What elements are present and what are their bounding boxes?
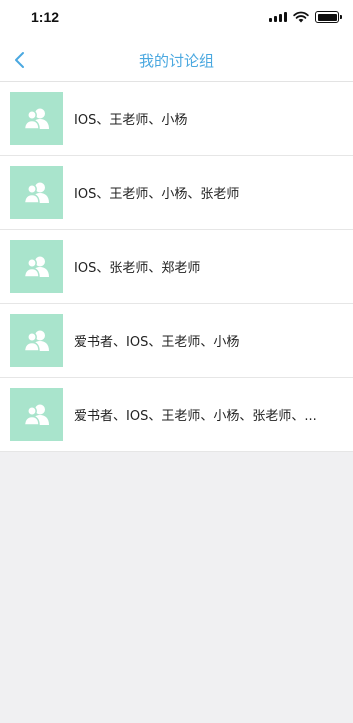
signal-icon: [269, 12, 287, 22]
battery-fill: [317, 13, 337, 21]
group-avatar-icon: [23, 182, 49, 204]
nav-bar: 我的讨论组: [0, 38, 353, 82]
group-name: IOS、王老师、小杨: [74, 113, 188, 128]
group-avatar-icon: [23, 256, 49, 278]
group-row[interactable]: 爱书者、IOS、王老师、小杨: [0, 304, 353, 378]
group-avatar: [10, 240, 63, 293]
group-name: IOS、王老师、小杨、张老师: [74, 187, 240, 202]
group-avatar: [10, 166, 63, 219]
group-name: 爱书者、IOS、王老师、小杨、张老师、...: [74, 409, 317, 424]
group-row[interactable]: 爱书者、IOS、王老师、小杨、张老师、...: [0, 378, 353, 452]
status-time: 1:12: [31, 9, 60, 25]
group-avatar: [10, 388, 63, 441]
page-title: 我的讨论组: [138, 52, 214, 70]
group-name: IOS、张老师、郑老师: [74, 261, 201, 276]
group-avatar: [10, 92, 63, 145]
group-avatar: [10, 314, 63, 367]
screen: 1:12 我的讨论组 IOS、王老师、小杨 IOS、王老师、小杨、张老师 IOS…: [0, 0, 353, 723]
group-row[interactable]: IOS、王老师、小杨: [0, 82, 353, 156]
group-row[interactable]: IOS、王老师、小杨、张老师: [0, 156, 353, 230]
group-avatar-icon: [23, 404, 49, 426]
group-avatar-icon: [23, 108, 49, 130]
status-bar: 1:12: [0, 0, 353, 38]
battery-icon: [315, 11, 342, 23]
group-list: IOS、王老师、小杨 IOS、王老师、小杨、张老师 IOS、张老师、郑老师 爱书…: [0, 82, 353, 452]
group-name: 爱书者、IOS、王老师、小杨: [74, 335, 240, 350]
group-avatar-icon: [23, 330, 49, 352]
status-icons: [269, 11, 342, 23]
wifi-icon: [293, 11, 309, 23]
group-row[interactable]: IOS、张老师、郑老师: [0, 230, 353, 304]
